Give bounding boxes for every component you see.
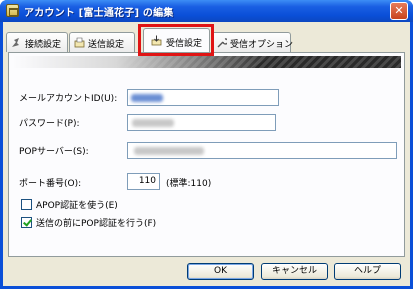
apop-checkbox[interactable] (21, 199, 32, 210)
tab-label: 受信オプション (230, 40, 294, 50)
highlight-box (138, 24, 214, 56)
dialog-body: 接続設定 送信設定 受信オプション メールアカウントID(U): パスワード(P… (3, 22, 410, 286)
redacted-value (131, 94, 163, 102)
pop-before-send-checkbox[interactable] (21, 217, 32, 228)
tab-receive-options[interactable]: 受信オプション (211, 32, 294, 52)
port-field[interactable]: 110 (127, 173, 160, 190)
mail-app-icon (6, 4, 19, 17)
pop-server-label: POPサーバー(S): (19, 147, 89, 157)
apop-label: APOP認証を使う(E) (36, 201, 118, 211)
ok-button[interactable]: OK (187, 263, 254, 280)
window-title: アカウント [富士通花子] の編集 (24, 8, 174, 19)
tab-label: 接続設定 (25, 40, 62, 50)
redacted-value (134, 147, 204, 155)
receive-settings-panel: メールアカウントID(U): パスワード(P): POPサーバー(S): ポート… (8, 52, 405, 257)
port-default-hint: (標準:110) (166, 179, 212, 189)
tab-connection-settings[interactable]: 接続設定 (6, 32, 68, 52)
cancel-button[interactable]: キャンセル (261, 263, 328, 280)
port-label: ポート番号(O): (19, 179, 82, 189)
connection-icon (12, 38, 19, 47)
decorative-banner (12, 56, 401, 68)
pop-server-field[interactable] (127, 142, 397, 159)
redacted-value (132, 119, 174, 127)
password-label: パスワード(P): (19, 119, 80, 129)
account-id-field[interactable] (127, 89, 279, 106)
title-bar[interactable]: アカウント [富士通花子] の編集 ✕ (0, 0, 413, 22)
help-button[interactable]: ヘルプ (334, 263, 401, 280)
close-button[interactable]: ✕ (390, 2, 408, 20)
account-edit-dialog: アカウント [富士通花子] の編集 ✕ 接続設定 送信設定 受信オプション メー… (0, 0, 413, 289)
account-id-label: メールアカウントID(U): (19, 94, 118, 104)
send-icon (74, 37, 85, 48)
tab-send-settings[interactable]: 送信設定 (69, 32, 135, 52)
pop-before-send-label: 送信の前にPOP認証を行う(F) (36, 219, 157, 229)
password-field[interactable] (127, 114, 276, 131)
wrench-icon (217, 38, 227, 48)
tab-label: 送信設定 (88, 40, 125, 50)
